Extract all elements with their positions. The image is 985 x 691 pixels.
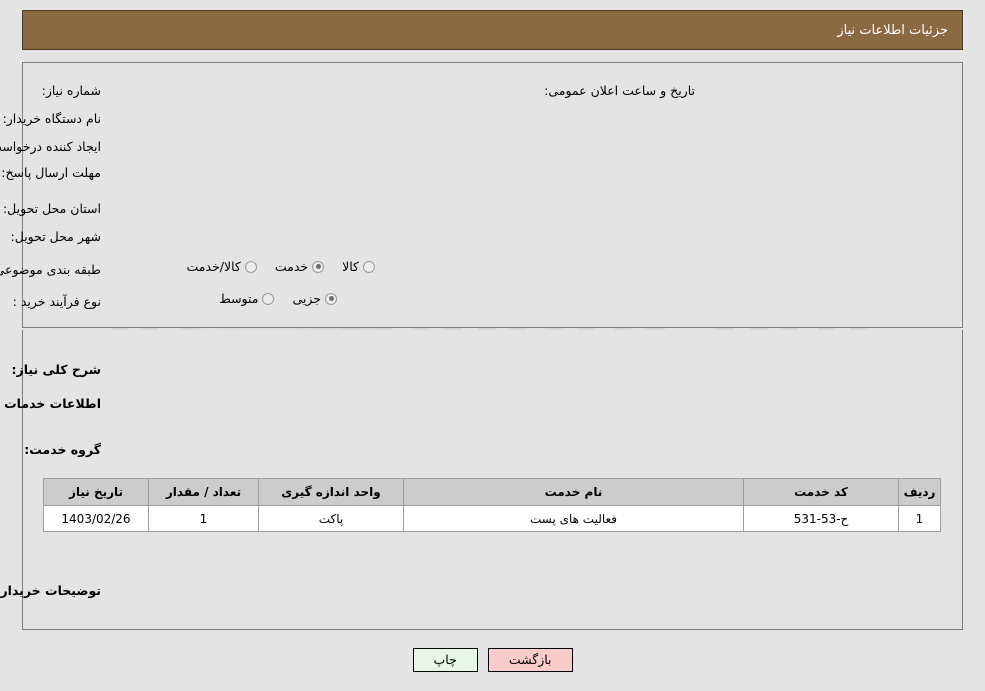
services-table: ردیف کد خدمت نام خدمت واحد اندازه گیری ت…	[43, 478, 941, 532]
category-radio-group: کالا خدمت کالا/خدمت	[168, 259, 375, 274]
radio-icon[interactable]	[244, 260, 257, 273]
radio-icon[interactable]	[363, 260, 375, 273]
radio-option-khedmat[interactable]: خدمت	[274, 259, 325, 274]
cell-qty: 1	[148, 505, 259, 532]
cell-name: فعالیت های پست	[403, 505, 744, 532]
cell-unit: پاکت	[258, 505, 404, 532]
radio-option-kala[interactable]: کالا	[342, 259, 375, 274]
radio-option-jozii[interactable]: جزیی	[292, 291, 337, 306]
radio-label: کالا/خدمت	[186, 259, 241, 274]
service-group-label: گروه خدمت:	[24, 442, 101, 457]
radio-icon[interactable]	[312, 260, 325, 273]
need-info-panel	[22, 62, 963, 328]
th-unit: واحد اندازه گیری	[258, 478, 404, 506]
cell-date: 1403/02/26	[43, 505, 149, 532]
radio-label: متوسط	[219, 291, 259, 306]
radio-option-motavaset[interactable]: متوسط	[219, 291, 275, 306]
radio-label: کالا	[342, 259, 359, 274]
th-radif: ردیف	[898, 478, 941, 506]
deadline-label: مهلت ارسال پاسخ: تا تاریخ:	[0, 165, 101, 180]
city-label: شهر محل تحویل:	[10, 229, 101, 244]
need-details-page: AriaTender.net جزئیات اطلاعات نیاز شماره…	[0, 0, 985, 691]
th-date: تاریخ نیاز	[43, 478, 149, 506]
radio-label: جزیی	[292, 291, 321, 306]
radio-icon[interactable]	[325, 292, 337, 305]
process-type-label: نوع فرآیند خرید :	[12, 294, 101, 309]
announcement-label: تاریخ و ساعت اعلان عمومی:	[544, 83, 695, 98]
cell-code: ح-53-531	[743, 505, 899, 532]
page-title: جزئیات اطلاعات نیاز	[837, 22, 948, 38]
th-code: کد خدمت	[743, 478, 899, 506]
province-label: استان محل تحویل:	[2, 201, 101, 216]
creator-label: ایجاد کننده درخواست:	[0, 139, 101, 154]
radio-icon[interactable]	[262, 292, 275, 305]
print-button[interactable]: چاپ	[412, 648, 478, 672]
table-header-row: ردیف کد خدمت نام خدمت واحد اندازه گیری ت…	[43, 478, 941, 506]
back-button[interactable]: بازگشت	[487, 648, 573, 672]
buyer-notes-label: توضیحات خریدار:	[0, 583, 101, 598]
action-bar: بازگشت چاپ	[0, 648, 985, 672]
cell-radif: 1	[898, 505, 941, 532]
radio-option-kala-khedmat[interactable]: کالا/خدمت	[186, 259, 257, 274]
category-label: طبقه بندی موضوعی:	[0, 262, 101, 277]
th-qty: تعداد / مقدار	[148, 478, 259, 506]
page-header: جزئیات اطلاعات نیاز	[22, 10, 963, 50]
description-label: شرح کلی نیاز:	[11, 362, 101, 377]
th-name: نام خدمت	[403, 478, 744, 506]
buyer-org-label: نام دستگاه خریدار:	[2, 111, 101, 126]
table-row: 1 ح-53-531 فعالیت های پست پاکت 1 1403/02…	[43, 505, 941, 532]
need-number-label: شماره نیاز:	[41, 83, 101, 98]
services-heading: اطلاعات خدمات مورد نیاز	[0, 396, 101, 411]
radio-label: خدمت	[274, 259, 309, 274]
process-radio-group: جزیی متوسط	[201, 291, 337, 306]
